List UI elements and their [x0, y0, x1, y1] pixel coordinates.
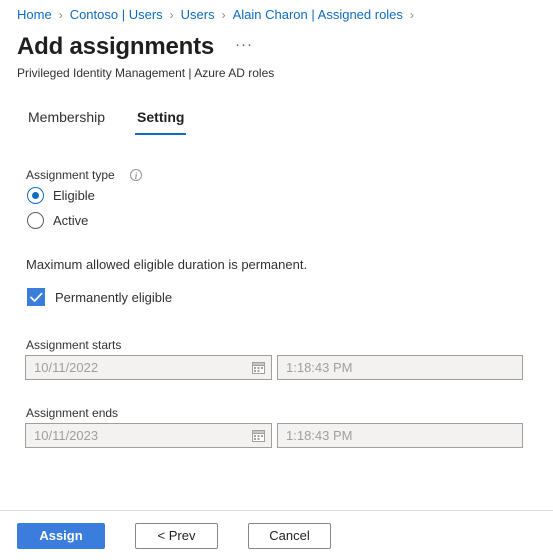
radio-label-active: Active — [53, 213, 89, 228]
checkbox-permanently-eligible[interactable]: Permanently eligible — [27, 288, 172, 306]
breadcrumb-item-contoso-users[interactable]: Contoso | Users — [70, 7, 163, 23]
cancel-button[interactable]: Cancel — [248, 522, 331, 549]
checkbox-label-permanently-eligible: Permanently eligible — [55, 289, 173, 305]
info-icon[interactable]: i — [130, 169, 142, 181]
assignment-ends-date-input[interactable] — [26, 424, 247, 447]
checkbox-checked-icon — [27, 288, 45, 306]
assignment-starts-row — [25, 355, 523, 380]
assignment-ends-row — [25, 423, 523, 448]
assignment-starts-date-input[interactable] — [26, 356, 247, 379]
page-subtitle: Privileged Identity Management | Azure A… — [17, 66, 275, 80]
assignment-ends-label: Assignment ends — [26, 406, 119, 420]
calendar-icon[interactable] — [252, 361, 265, 374]
assignment-starts-time-input[interactable] — [278, 356, 522, 379]
radio-mark-icon — [27, 187, 44, 204]
breadcrumb-separator-icon: › — [169, 8, 174, 22]
more-options-icon[interactable]: ··· — [230, 36, 258, 58]
assignment-type-label: Assignment type — [26, 168, 115, 182]
breadcrumb-separator-icon: › — [409, 8, 414, 22]
tab-setting[interactable]: Setting — [135, 108, 187, 135]
assign-button[interactable]: Assign — [17, 522, 105, 549]
breadcrumb-separator-icon: › — [58, 8, 63, 22]
radio-assignment-type-eligible[interactable]: Eligible — [27, 187, 95, 204]
radio-mark-icon — [27, 212, 44, 229]
breadcrumb-item-home[interactable]: Home — [17, 7, 52, 23]
assignment-ends-date-wrapper — [25, 423, 272, 448]
breadcrumb-item-alain-charon-assigned-roles[interactable]: Alain Charon | Assigned roles — [233, 7, 403, 23]
radio-assignment-type-active[interactable]: Active — [27, 212, 88, 229]
assignment-ends-time-input[interactable] — [278, 424, 522, 447]
prev-button[interactable]: < Prev — [135, 522, 218, 549]
breadcrumb-separator-icon: › — [221, 8, 226, 22]
tab-membership[interactable]: Membership — [26, 108, 107, 135]
breadcrumb: Home › Contoso | Users › Users › Alain C… — [17, 7, 421, 23]
page-header: Add assignments ··· — [17, 32, 258, 62]
assignment-starts-date-wrapper — [25, 355, 272, 380]
radio-label-eligible: Eligible — [53, 188, 95, 203]
page-title: Add assignments — [17, 33, 215, 60]
breadcrumb-item-users[interactable]: Users — [181, 7, 215, 23]
footer-bar: Assign < Prev Cancel — [0, 511, 553, 560]
assignment-starts-label: Assignment starts — [26, 338, 122, 352]
calendar-icon[interactable] — [252, 429, 265, 442]
tab-bar: Membership Setting — [26, 108, 214, 135]
duration-note-text: Maximum allowed eligible duration is per… — [26, 257, 308, 272]
assignment-ends-time-wrapper — [277, 423, 523, 448]
assignment-starts-time-wrapper — [277, 355, 523, 380]
